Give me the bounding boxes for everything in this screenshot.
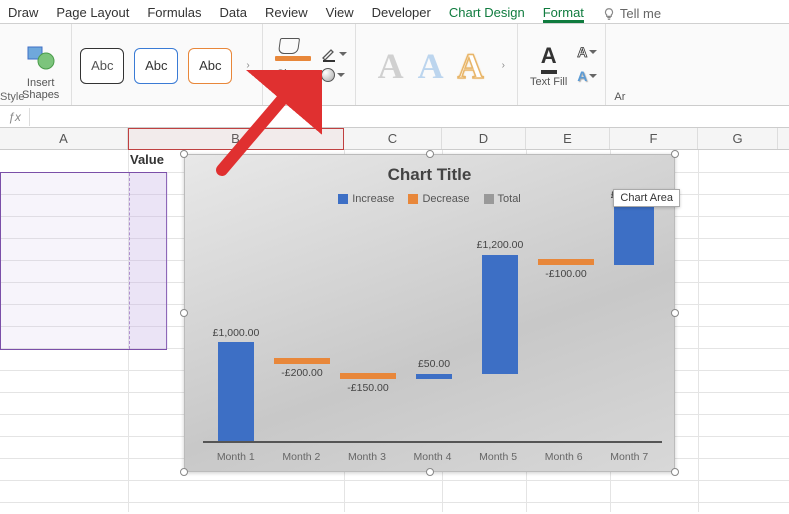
shape-fill-button[interactable]: Shape Fill [271,36,315,94]
chevron-down-icon [589,50,597,54]
text-fill-icon: A [541,43,557,74]
truncated-label: Ar [614,91,625,103]
col-header-D[interactable]: D [442,128,526,149]
tab-chart-design[interactable]: Chart Design [449,5,525,23]
bar-month2[interactable] [274,358,330,364]
bar-month5[interactable] [482,255,518,374]
text-fill-button[interactable]: A Text Fill [526,41,571,90]
shape-styles-more[interactable]: › [242,60,253,71]
group-shape-styles: Abc Abc Abc › [72,24,262,105]
ribbon-left-truncated: Style [0,24,10,105]
tell-me[interactable]: Tell me [602,6,661,21]
chevron-down-icon [339,52,347,56]
shape-style-preset-1[interactable]: Abc [80,48,124,84]
col-header-G[interactable]: G [698,128,778,149]
resize-handle[interactable] [180,150,188,158]
resize-handle[interactable] [671,150,679,158]
shape-style-preset-2[interactable]: Abc [134,48,178,84]
label-month2: -£200.00 [281,367,322,379]
chart-area-tooltip: Chart Area [613,189,680,207]
formula-bar: ƒx [0,106,789,128]
shapes-icon [24,41,58,75]
bar-month4[interactable] [416,374,452,379]
resize-handle[interactable] [180,468,188,476]
chevron-down-icon [337,73,345,77]
resize-handle[interactable] [671,468,679,476]
ribbon: Style Insert Shapes Abc Abc Abc › Shape … [0,24,789,106]
group-insert-shapes: Insert Shapes [10,24,72,105]
pen-outline-icon [321,46,337,62]
group-text-fill: A Text Fill A A [518,24,606,105]
label-month1: £1,000.00 [213,327,260,339]
legend-increase: Increase [338,193,394,205]
col-header-F[interactable]: F [610,128,698,149]
chevron-right-icon: › [246,60,249,71]
chart-object[interactable]: Chart Title Increase Decrease Total £1,0… [184,154,675,472]
bar-month6[interactable] [538,259,594,265]
text-effects-icon: A [577,68,587,84]
text-outline-button[interactable]: A [577,44,597,60]
tab-developer[interactable]: Developer [372,5,431,23]
lightbulb-icon [602,7,616,21]
shape-outline-button[interactable] [321,46,347,62]
text-effects-button[interactable]: A [577,68,597,84]
tab-review[interactable]: Review [265,5,308,23]
ribbon-tabs: Draw Page Layout Formulas Data Review Vi… [0,0,789,24]
tab-view[interactable]: View [326,5,354,23]
resize-handle[interactable] [426,468,434,476]
col-header-A[interactable]: A [0,128,128,149]
shape-fill-label: Shape Fill [277,68,309,92]
selected-range [0,172,167,350]
text-outline-icon: A [577,44,587,60]
chart-legend[interactable]: Increase Decrease Total [185,193,674,205]
wordart-preset-2[interactable]: A [418,45,444,87]
bar-month7[interactable] [614,205,654,265]
group-shape-fill: Shape Fill [263,24,356,105]
chart-title[interactable]: Chart Title [185,165,674,185]
column-headers: A B C D E F G [0,128,789,150]
effects-icon [321,68,335,82]
formula-input[interactable] [30,108,789,126]
tab-format[interactable]: Format [543,5,584,23]
wordart-preset-1[interactable]: A [378,45,404,87]
label-month3: -£150.00 [347,382,388,394]
tab-draw[interactable]: Draw [8,5,38,23]
fx-icon[interactable]: ƒx [0,108,30,126]
shape-effects-button[interactable] [321,68,347,82]
chevron-down-icon [589,74,597,78]
cell-value-header: Value [130,152,164,167]
tell-me-label: Tell me [620,6,661,21]
text-fill-label: Text Fill [530,76,567,88]
label-month4: £50.00 [418,358,450,370]
insert-shapes-label: Insert Shapes [22,77,59,101]
plot-area[interactable]: £1,000.00 -£200.00 -£150.00 £50.00 £1,20… [203,227,662,443]
category-axis-labels: Month 1 Month 2 Month 3 Month 4 Month 5 … [203,451,662,463]
paint-bucket-icon [275,38,311,66]
wordart-styles-more[interactable]: › [498,60,509,71]
shape-style-preset-3[interactable]: Abc [188,48,232,84]
resize-handle[interactable] [671,309,679,317]
x-axis [203,441,662,443]
col-header-B[interactable]: B [128,128,344,149]
ribbon-right-truncated: Ar [606,24,633,105]
chevron-right-icon: › [502,60,505,71]
bar-month1[interactable] [218,342,254,441]
resize-handle[interactable] [426,150,434,158]
tab-page-layout[interactable]: Page Layout [56,5,129,23]
label-month5: £1,200.00 [477,239,524,251]
wordart-preset-3[interactable]: A [458,45,484,87]
col-header-C[interactable]: C [344,128,442,149]
bar-month3[interactable] [340,373,396,379]
col-header-E[interactable]: E [526,128,610,149]
insert-shapes-button[interactable]: Insert Shapes [18,39,63,103]
tab-formulas[interactable]: Formulas [147,5,201,23]
tab-data[interactable]: Data [220,5,247,23]
resize-handle[interactable] [180,309,188,317]
worksheet-grid[interactable]: Value Chart Title Increase Decrease Tota… [0,150,789,512]
legend-total: Total [484,193,521,205]
label-month6: -£100.00 [545,268,586,280]
group-wordart-styles: A A A › [356,24,518,105]
legend-decrease: Decrease [408,193,469,205]
